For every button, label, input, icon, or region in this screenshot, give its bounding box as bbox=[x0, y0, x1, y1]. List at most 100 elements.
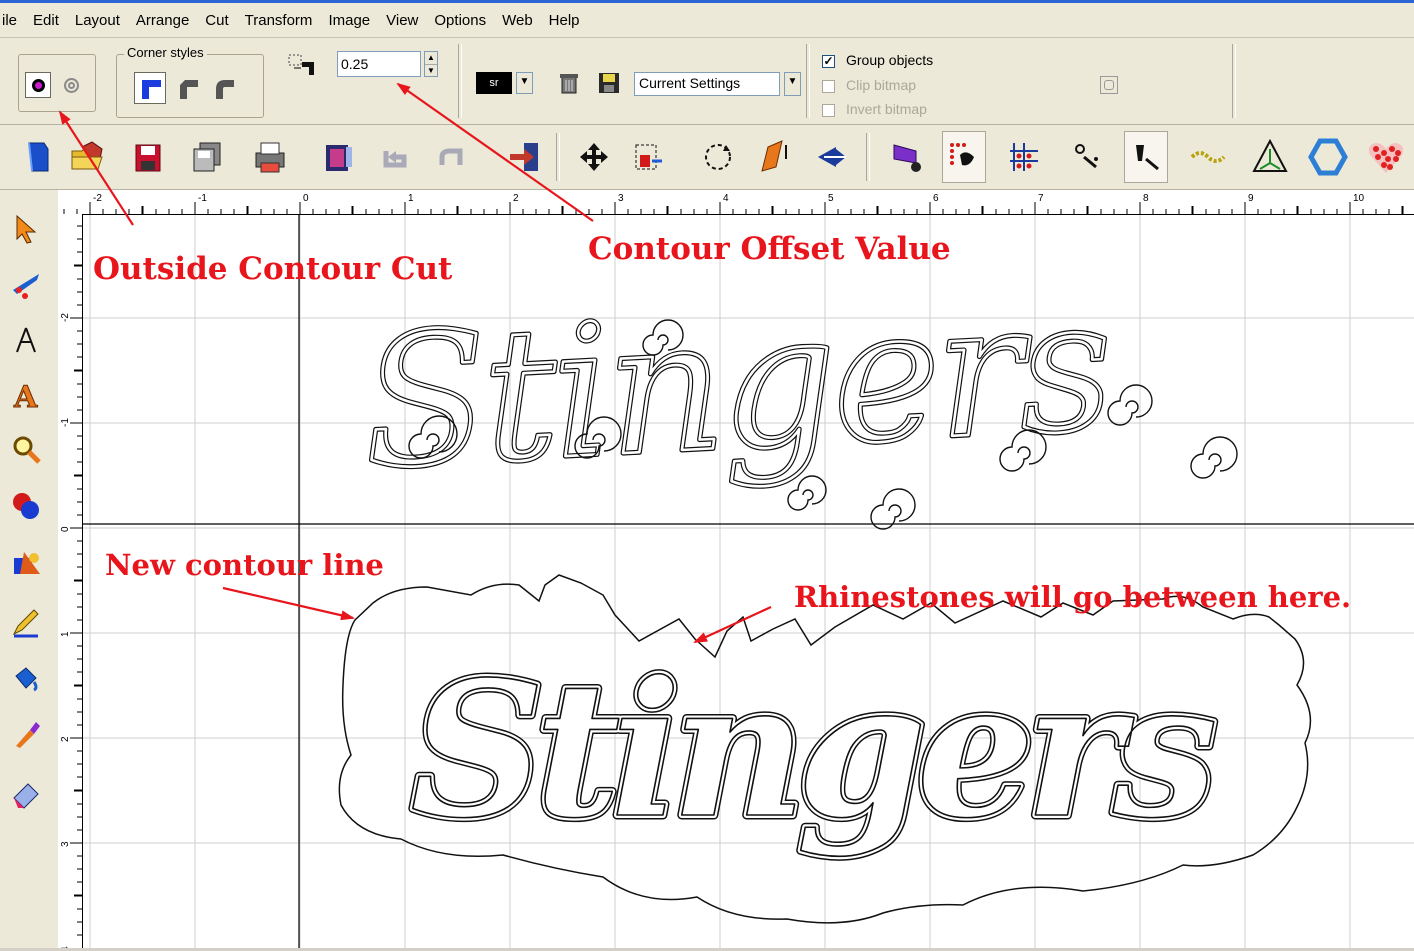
options-bar: Corner styles ▲ ▼ sr ▼ Current Settings … bbox=[0, 38, 1414, 125]
rhinestone-path-icon[interactable] bbox=[1064, 131, 1108, 183]
menu-arrange[interactable]: Arrange bbox=[128, 12, 197, 29]
corner-style-chamfer-button[interactable] bbox=[174, 74, 202, 102]
ruler-label: -2 bbox=[93, 193, 102, 204]
import-image-icon[interactable] bbox=[316, 131, 360, 183]
ruler-label: 8 bbox=[1143, 193, 1149, 204]
select-arrow-icon[interactable] bbox=[6, 208, 46, 248]
inside-contour-button[interactable] bbox=[60, 74, 82, 96]
outside-contour-button[interactable] bbox=[25, 72, 51, 98]
rotate-icon[interactable] bbox=[696, 131, 740, 183]
ruler-label: 2 bbox=[513, 193, 519, 204]
main-toolbar bbox=[0, 125, 1414, 190]
new-file-icon[interactable] bbox=[16, 131, 60, 183]
offset-icon bbox=[288, 53, 318, 79]
outside-contour-icon bbox=[31, 78, 45, 92]
settings-select[interactable]: Current Settings bbox=[634, 72, 780, 96]
ruler-label: 2 bbox=[60, 736, 71, 742]
knife-icon[interactable] bbox=[6, 264, 46, 304]
menu-options[interactable]: Options bbox=[426, 12, 494, 29]
undo-icon[interactable] bbox=[374, 131, 418, 183]
ruler-label: -1 bbox=[60, 418, 71, 427]
rhinestone-border-icon[interactable] bbox=[1186, 131, 1230, 183]
eraser-icon[interactable] bbox=[6, 774, 46, 814]
offset-spinner[interactable]: ▲ ▼ bbox=[424, 51, 438, 77]
round-corner-icon bbox=[216, 80, 234, 99]
skew-icon[interactable] bbox=[752, 131, 796, 183]
inside-contour-icon bbox=[63, 77, 79, 93]
ruler-label: -1 bbox=[198, 193, 207, 204]
ruler-label: 0 bbox=[303, 193, 309, 204]
design-canvas[interactable]: Stingers Stingers Stingers Stingers Stin… bbox=[58, 82, 1414, 948]
redo-icon[interactable] bbox=[430, 131, 474, 183]
shapes-icon[interactable] bbox=[6, 486, 46, 526]
menu-bar: ile Edit Layout Arrange Cut Transform Image Vie… bbox=[0, 3, 1414, 38]
contour-offset-input[interactable] bbox=[337, 51, 421, 77]
menu-help[interactable]: Help bbox=[541, 12, 588, 29]
contour-line-arrow bbox=[222, 586, 355, 621]
invert-bitmap-checkbox[interactable] bbox=[822, 104, 835, 117]
bitmap-frame-button[interactable] bbox=[1100, 76, 1118, 94]
menu-view[interactable]: View bbox=[378, 12, 426, 29]
menu-image[interactable]: Image bbox=[320, 12, 378, 29]
fill-tool-icon[interactable] bbox=[6, 544, 46, 584]
menu-ile[interactable]: ile bbox=[0, 12, 25, 29]
invert-bitmap-label: Invert bitmap bbox=[846, 101, 927, 117]
vertical-ruler[interactable]: -2-101234 bbox=[58, 214, 83, 951]
settings-dropdown-arrow[interactable]: ▼ bbox=[784, 72, 801, 96]
group-objects-label: Group objects bbox=[846, 52, 934, 68]
zoom-icon[interactable] bbox=[6, 430, 46, 470]
original-design[interactable]: Stingers Stingers bbox=[355, 256, 1238, 530]
text-tool-icon[interactable]: A bbox=[6, 376, 46, 416]
spin-down-icon[interactable]: ▼ bbox=[425, 65, 437, 77]
ruler-label: 1 bbox=[60, 631, 71, 637]
preset-dropdown-arrow[interactable]: ▼ bbox=[516, 72, 533, 94]
ruler-label: 0 bbox=[60, 526, 71, 532]
save-as-icon[interactable] bbox=[186, 131, 230, 183]
mirror-icon[interactable] bbox=[810, 131, 854, 183]
heart-rhinestone-icon[interactable] bbox=[1364, 131, 1408, 183]
ruler-label: 4 bbox=[723, 193, 729, 204]
contour-triangle-icon[interactable] bbox=[1248, 131, 1292, 183]
separator bbox=[806, 44, 810, 118]
separator bbox=[556, 133, 560, 181]
menu-web[interactable]: Web bbox=[494, 12, 541, 29]
resize-icon[interactable] bbox=[626, 131, 670, 183]
pencil-icon[interactable] bbox=[6, 602, 46, 642]
ruler-label: 1 bbox=[408, 193, 414, 204]
menu-layout[interactable]: Layout bbox=[67, 12, 128, 29]
group-objects-checkbox[interactable]: ✓ bbox=[822, 55, 835, 68]
corner-style-square-button[interactable] bbox=[134, 72, 166, 104]
separator bbox=[866, 133, 870, 181]
ruler-label: -2 bbox=[60, 313, 71, 322]
move-icon[interactable] bbox=[572, 131, 616, 183]
save-settings-icon[interactable] bbox=[596, 70, 622, 96]
menu-cut[interactable]: Cut bbox=[197, 12, 236, 29]
menu-transform[interactable]: Transform bbox=[237, 12, 321, 29]
clip-bitmap-checkbox[interactable] bbox=[822, 80, 835, 93]
rhinestone-pen-icon[interactable] bbox=[1124, 131, 1168, 183]
fill-bucket-icon[interactable] bbox=[6, 658, 46, 698]
rhinestone-grid-icon[interactable] bbox=[942, 131, 986, 183]
rhinestone-fill-icon[interactable] bbox=[1002, 131, 1046, 183]
corner-styles-label: Corner styles bbox=[124, 45, 207, 60]
ruler-label: 10 bbox=[1353, 193, 1365, 204]
print-icon[interactable] bbox=[248, 131, 292, 183]
separator bbox=[1232, 44, 1236, 118]
save-icon[interactable] bbox=[126, 131, 170, 183]
node-edit-icon[interactable] bbox=[6, 320, 46, 360]
spin-up-icon[interactable]: ▲ bbox=[425, 52, 437, 65]
shadow-icon[interactable] bbox=[884, 131, 928, 183]
horizontal-ruler[interactable]: -2 -1 0 1 2 3 4 5 6 7 8 9 10 bbox=[58, 190, 1414, 215]
chamfer-corner-icon bbox=[180, 80, 198, 99]
rhinestone-annotation: Rhinestones will go between here. bbox=[794, 580, 1351, 614]
delete-settings-icon[interactable] bbox=[556, 70, 582, 96]
contour-offset-annotation: Contour Offset Value bbox=[588, 231, 951, 267]
preset-tag[interactable]: sr bbox=[476, 72, 512, 94]
svg-text:A: A bbox=[13, 380, 38, 413]
ruler-label: 6 bbox=[933, 193, 939, 204]
eyedropper-icon[interactable] bbox=[6, 714, 46, 754]
ruler-label: 7 bbox=[1038, 193, 1044, 204]
menu-edit[interactable]: Edit bbox=[25, 12, 67, 29]
hexagon-icon[interactable] bbox=[1306, 131, 1350, 183]
corner-style-round-button[interactable] bbox=[210, 74, 238, 102]
